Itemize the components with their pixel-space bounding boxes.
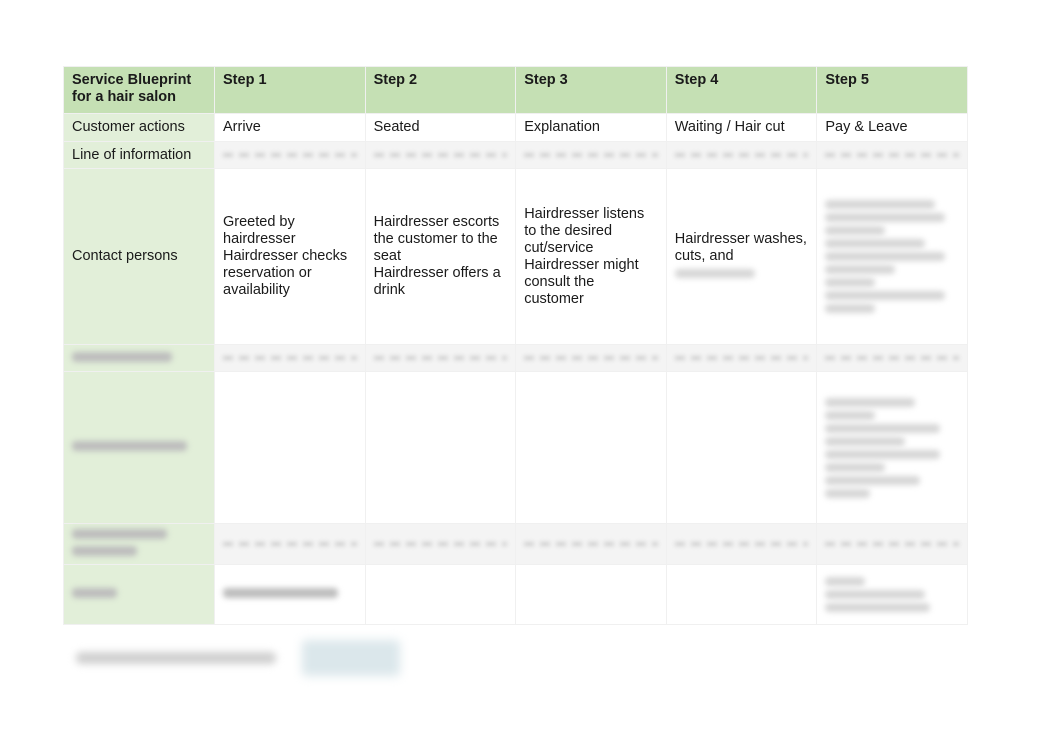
redacted-text [825,462,886,472]
line-divider [364,344,517,372]
line-divider [214,523,366,565]
line-divider [816,344,968,372]
table-cell [364,564,517,625]
line-divider [515,141,667,169]
table-cell: Hairdresser escorts the customer to the … [364,168,517,345]
redacted-row-label [63,523,215,565]
table-title: Service Blueprint for a hair salon [63,66,215,114]
table-header-row: Service Blueprint for a hair salon Step … [63,66,968,114]
contact-persons-row: Contact persons Greeted by hairdresser H… [63,168,968,345]
redacted-text [825,590,926,599]
line-of-information-row: Line of information [63,141,968,169]
table-cell [665,371,818,524]
redacted-text [825,577,866,586]
step-3-header: Step 3 [515,66,667,114]
table-cell: Greeted by hairdresser Hairdresser check… [214,168,366,345]
step-5-header: Step 5 [816,66,968,114]
redacted-text [825,410,876,420]
redacted-text [825,226,886,235]
line-divider [214,344,366,372]
cell-text: Hairdresser washes, cuts, and [674,231,807,264]
step-4-header: Step 4 [665,66,818,114]
redacted-row [63,371,968,524]
step-2-header: Step 2 [364,66,517,114]
table-cell: Waiting / Hair cut [665,113,818,142]
redacted-text [825,436,906,446]
table-cell [214,371,366,524]
redacted-text [825,304,876,313]
redacted-text [825,449,941,459]
line-divider [665,344,818,372]
redacted-text [825,278,876,287]
redacted-line-row [63,344,968,372]
redacted-text [825,397,916,407]
redacted-line-row [63,523,968,565]
line-divider [665,523,818,565]
redacted-row-label [63,344,215,372]
line-divider [515,344,667,372]
row-label: Contact persons [63,168,215,345]
line-divider [816,141,968,169]
table-cell: Hairdresser listens to the desired cut/s… [515,168,667,345]
redacted-logo [302,640,400,676]
table-cell: Seated [364,113,517,142]
redacted-row-label [63,564,215,625]
row-label: Customer actions [63,113,215,142]
redacted-text [825,200,936,209]
table-cell: Arrive [214,113,366,142]
table-cell: Explanation [515,113,667,142]
customer-actions-row: Customer actions Arrive Seated Explanati… [63,113,968,142]
redacted-text [825,475,921,485]
line-divider [364,523,517,565]
line-divider [364,141,517,169]
line-divider [515,523,667,565]
table-cell [364,371,517,524]
redacted-cell [816,564,968,625]
redacted-text [825,239,926,248]
row-label: Line of information [63,141,215,169]
redacted-cell [214,564,366,625]
redacted-text [825,603,931,612]
table-cell [515,564,667,625]
redacted-text [825,265,896,274]
table-cell [515,371,667,524]
table-cell: Pay & Leave [816,113,968,142]
redacted-row-label [63,371,215,524]
line-divider [214,141,366,169]
redacted-text [825,252,946,261]
redacted-text [825,291,946,300]
step-1-header: Step 1 [214,66,366,114]
service-blueprint-table: Service Blueprint for a hair salon Step … [63,66,968,625]
line-divider [665,141,818,169]
redacted-cell [816,371,968,524]
redacted-footnote [76,652,276,664]
redacted-text [825,213,946,222]
redacted-row [63,564,968,625]
redacted-text [825,423,941,433]
redacted-text [825,488,871,498]
table-cell: Hairdresser washes, cuts, and [665,168,818,345]
redacted-text [674,269,755,278]
document-page: Service Blueprint for a hair salon Step … [0,0,1062,751]
redacted-cell [816,168,968,345]
table-cell [665,564,818,625]
line-divider [816,523,968,565]
